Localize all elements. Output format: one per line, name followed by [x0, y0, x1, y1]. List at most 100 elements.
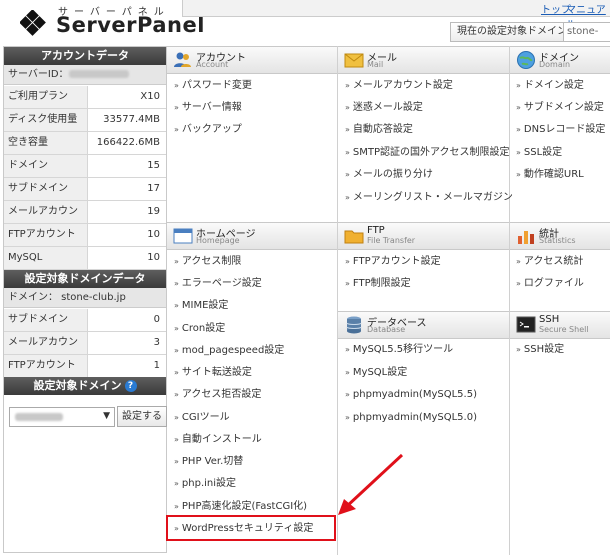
category-subtitle: Database: [367, 325, 406, 334]
category-account: アカウント Account: [167, 46, 337, 74]
account-row: MySQL 10: [4, 247, 166, 270]
menu-item-log-file[interactable]: » ログファイル: [516, 273, 584, 295]
menu-item-spam[interactable]: » 迷惑メール設定: [345, 97, 423, 119]
mail-icon: [344, 53, 364, 68]
menu-item-auto-install[interactable]: » 自動インストール: [174, 429, 262, 451]
row-value: 166422.6MB: [96, 137, 160, 148]
menu-item-phpmyadmin-55[interactable]: » phpmyadmin(MySQL5.5): [345, 384, 477, 406]
server-id-label: サーバーID：: [8, 69, 69, 80]
category-ftp: FTP File Transfer: [338, 222, 509, 250]
menu-item-check-url[interactable]: » 動作確認URL: [516, 164, 584, 186]
category-mail: メール Mail: [338, 46, 509, 74]
server-id: サーバーID：: [4, 65, 166, 85]
category-subtitle: Mail: [367, 60, 384, 69]
current-domain-button[interactable]: 現在の設定対象ドメイン: [450, 22, 574, 42]
menu-item-password[interactable]: » パスワード変更: [174, 75, 252, 97]
category-title: SSH: [539, 314, 560, 325]
menu-item-backup[interactable]: » バックアップ: [174, 119, 242, 141]
homepage-icon: [173, 228, 193, 244]
row-label: FTPアカウント: [4, 224, 88, 246]
menu-item-ssl[interactable]: » SSL設定: [516, 142, 562, 164]
menu-item-ssh[interactable]: » SSH設定: [516, 339, 564, 361]
category-subtitle: File Transfer: [367, 236, 416, 245]
chart-icon: [518, 231, 534, 244]
menu-item-mail-account[interactable]: » メールアカウント設定: [345, 75, 453, 97]
row-label: 空き容量: [4, 132, 88, 154]
selected-domain-blurred: [15, 413, 63, 421]
target-domain-heading: 設定対象ドメイン?: [4, 377, 166, 395]
domain-row: サブドメイン 0: [4, 309, 166, 332]
target-domain-select[interactable]: ▼: [9, 407, 115, 427]
menu-item-cron[interactable]: » Cron設定: [174, 318, 225, 340]
domain-select[interactable]: stone-club: [563, 22, 610, 42]
category-database: データベース Database: [338, 311, 509, 339]
menu-item-smtp[interactable]: » SMTP認証の国外アクセス制限設定: [345, 142, 510, 164]
target-domain-label: ドメイン： stone-club.jp: [4, 288, 166, 308]
row-label: FTPアカウント: [4, 355, 88, 377]
row-value: 15: [147, 160, 160, 171]
category-subtitle: Domain: [539, 60, 571, 69]
help-icon[interactable]: ?: [124, 380, 137, 392]
category-homepage: ホームページ Homepage: [167, 222, 337, 250]
menu-item-mailing-list[interactable]: » メーリングリスト・メールマガジン: [345, 187, 513, 209]
category-subtitle: Homepage: [196, 236, 240, 245]
account-row: FTPアカウント 10: [4, 224, 166, 247]
user-icon: [174, 52, 191, 67]
category-title: FTP: [367, 225, 385, 236]
menu-item-subdomain[interactable]: » サブドメイン設定: [516, 97, 604, 119]
set-domain-button[interactable]: 設定する: [117, 406, 167, 427]
menu-item-mysql55-migration[interactable]: » MySQL5.5移行ツール: [345, 339, 453, 361]
menu-item-ftp-account[interactable]: » FTPアカウント設定: [345, 251, 441, 273]
row-label: ディスク使用量: [4, 109, 88, 131]
chevron-down-icon: ▼: [103, 411, 110, 421]
menu-item-autoreply[interactable]: » 自動応答設定: [345, 119, 413, 141]
domain-row: メールアカウント 3: [4, 332, 166, 370]
category-subtitle: Account: [196, 60, 229, 69]
menu-item-error-page[interactable]: » エラーページ設定: [174, 273, 262, 295]
menu-item-access-stats[interactable]: » アクセス統計: [516, 251, 583, 273]
menu-item-phpmyadmin-50[interactable]: » phpmyadmin(MySQL5.0): [345, 407, 477, 429]
row-value: X10: [140, 91, 160, 102]
row-label: メールアカウント: [4, 332, 88, 370]
annotation-arrow-icon: [338, 453, 404, 515]
column-divider: [509, 46, 510, 555]
menu-item-access-limit[interactable]: » アクセス制限: [174, 251, 241, 273]
row-label: ドメイン: [4, 155, 88, 177]
menu-item-server-info[interactable]: » サーバー情報: [174, 97, 242, 119]
account-data-heading: アカウントデータ: [4, 47, 166, 65]
menu-item-mail-filter[interactable]: » メールの振り分け: [345, 164, 433, 186]
row-value: 17: [147, 183, 160, 194]
account-row: ディスク使用量 33577.4MB: [4, 109, 166, 132]
menu-item-mime[interactable]: » MIME設定: [174, 295, 228, 317]
serverpanel-logo-icon: [20, 10, 46, 36]
category-domain: ドメイン Domain: [510, 46, 610, 74]
account-row: ご利用プラン X10: [4, 86, 166, 109]
menu-item-pagespeed[interactable]: » mod_pagespeed設定: [174, 340, 284, 362]
menu-item-ftp-limit[interactable]: » FTP制限設定: [345, 273, 411, 295]
menu-item-mysql[interactable]: » MySQL設定: [345, 362, 407, 384]
row-value: 19: [147, 206, 160, 217]
category-subtitle: Statistics: [539, 236, 576, 245]
account-row: サブドメイン 17: [4, 178, 166, 201]
domain-data-heading: 設定対象ドメインデータ: [4, 270, 166, 288]
menu-item-cgi[interactable]: » CGIツール: [174, 407, 230, 429]
account-row: メールアカウント 19: [4, 201, 166, 239]
highlight-box: [166, 515, 336, 541]
sidebar: アカウントデータ サーバーID： ご利用プラン X10 ディスク使用量 33577.…: [3, 46, 167, 553]
menu-item-php-version[interactable]: » PHP Ver.切替: [174, 451, 243, 473]
row-label: メールアカウント: [4, 201, 88, 239]
domain-row: FTPアカウント 1: [4, 355, 166, 378]
terminal-icon: [516, 316, 536, 333]
row-label: サブドメイン: [4, 309, 88, 331]
row-value: 33577.4MB: [103, 114, 160, 125]
menu-item-site-forward[interactable]: » サイト転送設定: [174, 362, 252, 384]
account-row: ドメイン 15: [4, 155, 166, 178]
menu-item-domain[interactable]: » ドメイン設定: [516, 75, 584, 97]
category-subtitle: Secure Shell: [539, 325, 589, 334]
account-row: 空き容量 166422.6MB: [4, 132, 166, 155]
menu-item-access-deny[interactable]: » アクセス拒否設定: [174, 384, 261, 406]
server-id-value-blurred: [68, 70, 129, 78]
menu-item-php-ini[interactable]: » php.ini設定: [174, 473, 236, 495]
menu-item-dns[interactable]: » DNSレコード設定: [516, 119, 605, 141]
row-value: 3: [153, 337, 160, 348]
